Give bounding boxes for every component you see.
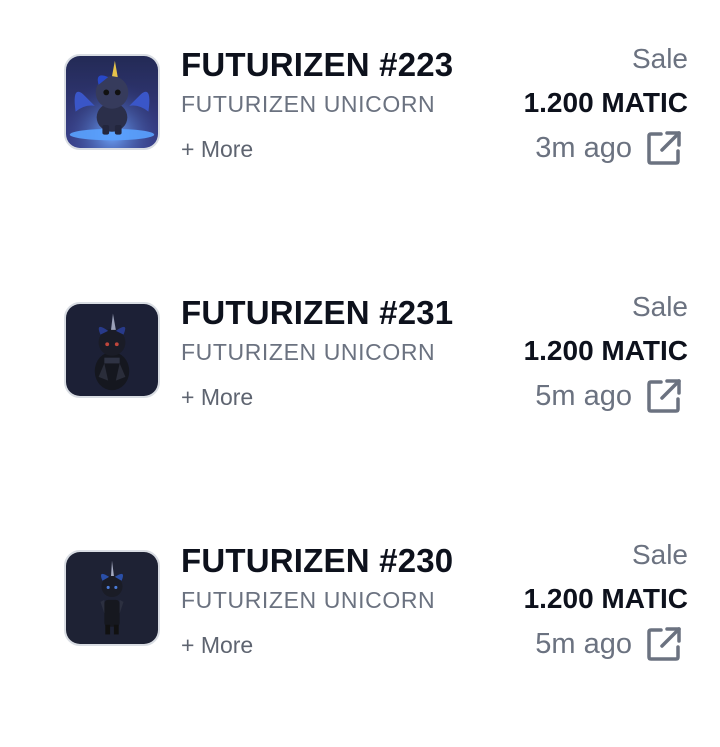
more-link[interactable]: + More	[181, 135, 253, 163]
external-link-icon[interactable]	[644, 128, 684, 168]
activity-feed: FUTURIZEN #223 FUTURIZEN UNICORN + More …	[0, 0, 720, 747]
more-link[interactable]: + More	[181, 631, 253, 659]
nft-thumbnail[interactable]	[64, 302, 160, 398]
event-type: Sale	[631, 539, 688, 570]
dark-armored-unicorn-image	[66, 304, 158, 396]
nft-name[interactable]: FUTURIZEN #231	[181, 293, 453, 333]
nft-thumbnail[interactable]	[64, 54, 160, 150]
collection-name[interactable]: FUTURIZEN UNICORN	[181, 338, 435, 366]
sale-price: 1.200 MATIC	[523, 335, 688, 366]
blue-winged-unicorn-image	[66, 56, 158, 148]
sale-price: 1.200 MATIC	[523, 583, 688, 614]
external-link-icon[interactable]	[644, 624, 684, 664]
more-link[interactable]: + More	[181, 383, 253, 411]
sale-price: 1.200 MATIC	[523, 87, 688, 118]
event-type: Sale	[631, 43, 688, 74]
nft-name[interactable]: FUTURIZEN #230	[181, 541, 453, 581]
activity-row[interactable]: FUTURIZEN #230 FUTURIZEN UNICORN + More …	[0, 539, 720, 661]
event-type: Sale	[631, 291, 688, 322]
time-ago: 5m ago	[535, 380, 632, 412]
time-ago: 5m ago	[535, 628, 632, 660]
activity-row[interactable]: FUTURIZEN #223 FUTURIZEN UNICORN + More …	[0, 43, 720, 165]
nft-thumbnail[interactable]	[64, 550, 160, 646]
time-ago: 3m ago	[535, 132, 632, 164]
collection-name[interactable]: FUTURIZEN UNICORN	[181, 586, 435, 614]
external-link-icon[interactable]	[644, 376, 684, 416]
activity-row[interactable]: FUTURIZEN #231 FUTURIZEN UNICORN + More …	[0, 291, 720, 413]
nft-name[interactable]: FUTURIZEN #223	[181, 45, 453, 85]
dark-armored-unicorn-image	[66, 552, 158, 644]
collection-name[interactable]: FUTURIZEN UNICORN	[181, 90, 435, 118]
